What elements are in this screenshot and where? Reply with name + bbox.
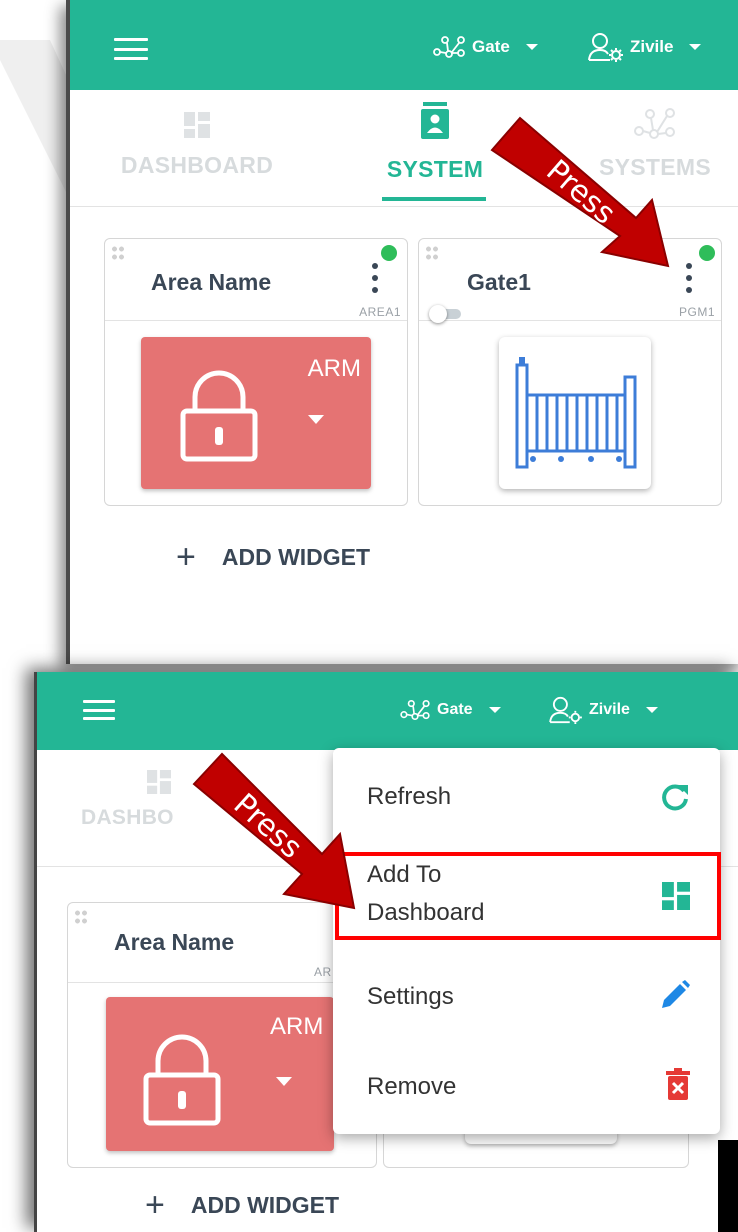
add-widget-button[interactable]: + ADD WIDGET <box>145 1188 339 1222</box>
status-dot <box>381 245 397 261</box>
tab-dashboard[interactable]: DASHBOARD <box>120 112 274 179</box>
gate-button[interactable] <box>499 337 651 489</box>
area-widget: Area Name AR ARM <box>67 902 377 1168</box>
widget-tag: PGM1 <box>678 305 715 319</box>
highlight-box <box>335 852 721 940</box>
system-name: Gate <box>437 701 473 718</box>
drag-handle-icon[interactable] <box>425 245 439 261</box>
tab-system[interactable]: SYSTEM <box>370 102 500 183</box>
tab-label: SYSTEM <box>386 156 484 182</box>
chevron-down-icon <box>488 707 501 713</box>
press-arrow-2: Press <box>192 752 356 910</box>
dashboard-icon <box>184 112 210 138</box>
plus-icon: + <box>145 1186 165 1224</box>
menu-item-remove[interactable]: Remove <box>333 1042 720 1132</box>
network-icon <box>400 699 430 721</box>
area-widget: Area Name AREA1 ARM <box>104 238 408 506</box>
network-icon <box>433 36 465 58</box>
pencil-icon <box>662 980 690 1008</box>
screen-1-system-view: Gate Zivile DASHBOARD SYSTEM SYSTEMS Are… <box>66 0 738 664</box>
hamburger-icon[interactable] <box>83 700 115 720</box>
menu-item-settings[interactable]: Settings <box>333 952 720 1042</box>
menu-item-label: Settings <box>367 983 454 1010</box>
status-dot <box>699 245 715 261</box>
refresh-icon <box>662 784 688 811</box>
menu-item-label: Refresh <box>367 783 452 810</box>
gate-icon <box>515 357 637 469</box>
system-selector[interactable]: Gate <box>399 698 501 722</box>
lock-icon <box>180 370 258 462</box>
user-selector[interactable]: Zivile <box>549 696 658 724</box>
tab-label: DASHBOARD <box>120 152 274 178</box>
arm-label: ARM <box>307 355 361 382</box>
chevron-down-icon <box>276 1077 292 1086</box>
system-selector[interactable]: Gate <box>432 34 538 60</box>
drag-handle-icon[interactable] <box>111 245 125 261</box>
system-name: Gate <box>472 37 510 56</box>
chevron-down-icon <box>689 44 702 50</box>
add-widget-label: ADD WIDGET <box>190 1191 340 1218</box>
user-selector[interactable]: Zivile <box>588 32 702 62</box>
user-name: Zivile <box>589 701 630 718</box>
widget-tag: AREA1 <box>359 305 401 319</box>
hamburger-icon[interactable] <box>114 38 148 60</box>
lock-icon <box>143 1034 221 1126</box>
trash-icon <box>666 1068 690 1100</box>
user-gear-icon <box>549 696 582 724</box>
more-vert-icon[interactable] <box>371 263 379 293</box>
add-widget-label: ADD WIDGET <box>221 543 371 570</box>
output-toggle[interactable] <box>429 305 461 323</box>
drag-handle-icon[interactable] <box>74 909 88 925</box>
add-widget-button[interactable]: + ADD WIDGET <box>176 540 370 574</box>
arm-label: ARM <box>270 1013 324 1040</box>
black-border <box>718 1140 738 1232</box>
tutorial-page: Gate Zivile DASHBOARD SYSTEM SYSTEMS Are… <box>0 0 738 1232</box>
system-icon <box>421 102 449 139</box>
active-tab-indicator <box>382 197 486 201</box>
plus-icon: + <box>176 538 196 576</box>
widget-tag: AR <box>314 965 332 979</box>
user-gear-icon <box>588 33 623 62</box>
arm-button[interactable]: ARM <box>106 997 334 1151</box>
widget-title: Area Name <box>114 929 235 955</box>
chevron-down-icon <box>645 707 658 713</box>
dashboard-icon <box>147 770 171 794</box>
widget-context-menu: Refresh Add To Dashboard Settings Remove <box>333 748 720 1134</box>
widget-title: Gate1 <box>467 269 531 295</box>
menu-item-label: Remove <box>367 1073 457 1100</box>
user-name: Zivile <box>630 37 674 56</box>
top-bar: Gate Zivile <box>70 0 738 90</box>
more-vert-icon[interactable] <box>685 263 693 293</box>
top-bar: Gate Zivile <box>37 672 738 750</box>
chevron-down-icon <box>525 44 538 50</box>
widget-title: Area Name <box>151 269 272 295</box>
gate-widget: Gate1 PGM1 <box>418 238 722 506</box>
chevron-down-icon <box>308 415 324 424</box>
tab-label: DASHBO <box>81 806 174 829</box>
press-arrow-1: Press <box>490 116 670 268</box>
arm-button[interactable]: ARM <box>141 337 371 489</box>
menu-item-refresh[interactable]: Refresh <box>333 752 720 842</box>
widget-header: Area Name AREA1 <box>105 239 407 321</box>
